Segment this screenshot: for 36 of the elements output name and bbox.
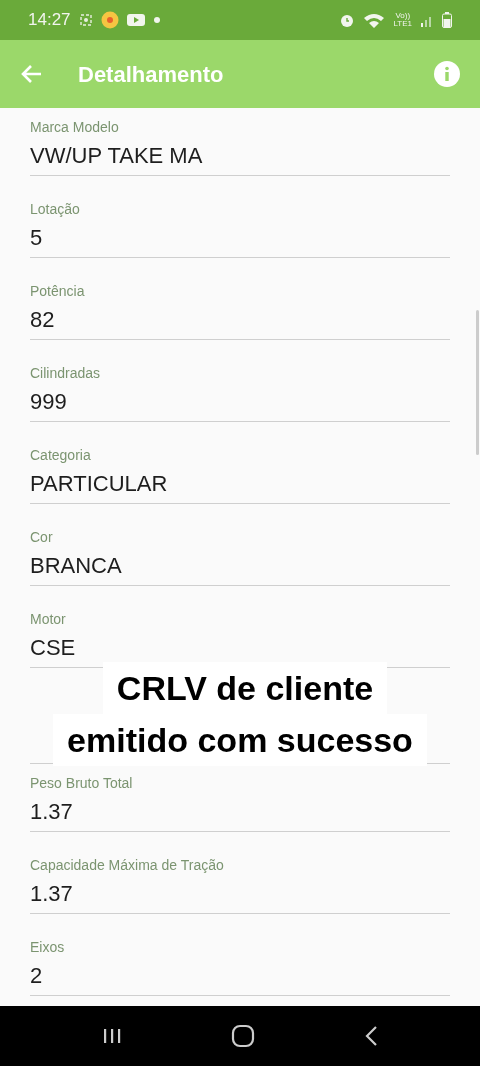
- status-time: 14:27: [28, 9, 71, 32]
- recent-apps-icon[interactable]: [102, 1028, 123, 1044]
- field-label: Potência: [30, 283, 85, 299]
- screenshot-icon: [78, 13, 93, 27]
- battery-icon: [442, 12, 452, 28]
- field-label: Eixos: [30, 939, 65, 955]
- screen-title: Detalhamento: [78, 60, 224, 89]
- field-value: 82: [30, 307, 55, 333]
- field-value: PARTICULAR: [30, 471, 168, 497]
- dot-icon: [152, 16, 161, 24]
- field-value: VW/UP TAKE MA: [30, 143, 203, 169]
- network-label: Vo)): [395, 12, 411, 20]
- field-value: 1.37: [30, 799, 73, 825]
- field-value: BRANCA: [30, 553, 122, 579]
- field-label: Motor: [30, 611, 66, 627]
- field-value: CSE: [30, 635, 76, 661]
- caption-text: CRLV de cliente: [102, 662, 388, 714]
- field-value: 1.37: [30, 881, 73, 907]
- home-icon[interactable]: [231, 1024, 255, 1048]
- field-label: Categoria: [30, 447, 91, 463]
- caption-text: emitido com sucesso: [53, 714, 427, 766]
- field-label: Capacidade Máxima de Tração: [30, 857, 224, 873]
- field-label: Marca Modelo: [30, 119, 119, 135]
- field-value: 999: [30, 389, 67, 415]
- video-player-icon: [126, 13, 145, 27]
- wifi-icon: [363, 12, 386, 28]
- field-label: Lotação: [30, 201, 80, 217]
- alarm-icon: [339, 12, 356, 28]
- field-label: Cor: [30, 529, 53, 545]
- back-icon[interactable]: [363, 1025, 378, 1047]
- notification-badge-icon: [100, 11, 119, 29]
- field-value: 2: [30, 963, 43, 989]
- network-label: LTE1: [393, 20, 412, 28]
- field-value: 5: [30, 225, 43, 251]
- field-label: Cilindradas: [30, 365, 101, 381]
- field-label: Peso Bruto Total: [30, 775, 133, 791]
